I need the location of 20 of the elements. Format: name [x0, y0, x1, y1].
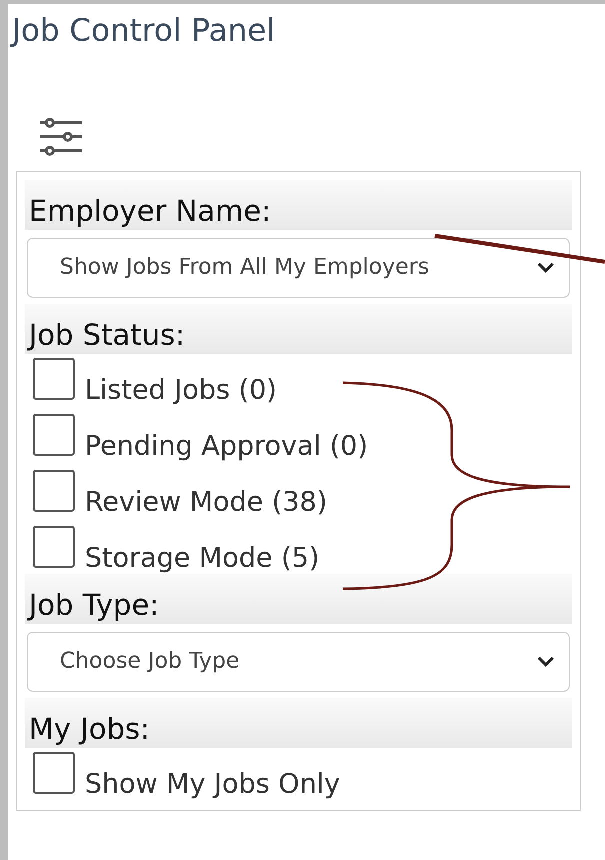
page-title: Job Control Panel: [12, 13, 276, 49]
checkbox-label: Storage Mode (5): [85, 544, 320, 572]
dropdown-select[interactable]: Choose Job Type: [27, 632, 570, 692]
chevron-down-icon: [537, 262, 555, 274]
checkbox-label: Show My Jobs Only: [85, 770, 340, 798]
section-header: My Jobs:: [25, 698, 572, 748]
checkbox[interactable]: [33, 358, 75, 400]
checkbox-label: Review Mode (38): [85, 488, 328, 516]
dropdown-select[interactable]: Show Jobs From All My Employers: [27, 238, 570, 298]
checkbox[interactable]: [33, 470, 75, 512]
chevron-down-icon: [537, 656, 555, 668]
section-header: Employer Name:: [25, 180, 572, 230]
checkbox[interactable]: [33, 414, 75, 456]
checkbox[interactable]: [33, 752, 75, 794]
section-header: Job Status:: [25, 304, 572, 354]
checkbox-label: Pending Approval (0): [85, 432, 368, 460]
section-header: Job Type:: [25, 574, 572, 624]
checkbox[interactable]: [33, 526, 75, 568]
checkbox-label: Listed Jobs (0): [85, 376, 278, 404]
filter-settings-icon[interactable]: [38, 116, 84, 156]
